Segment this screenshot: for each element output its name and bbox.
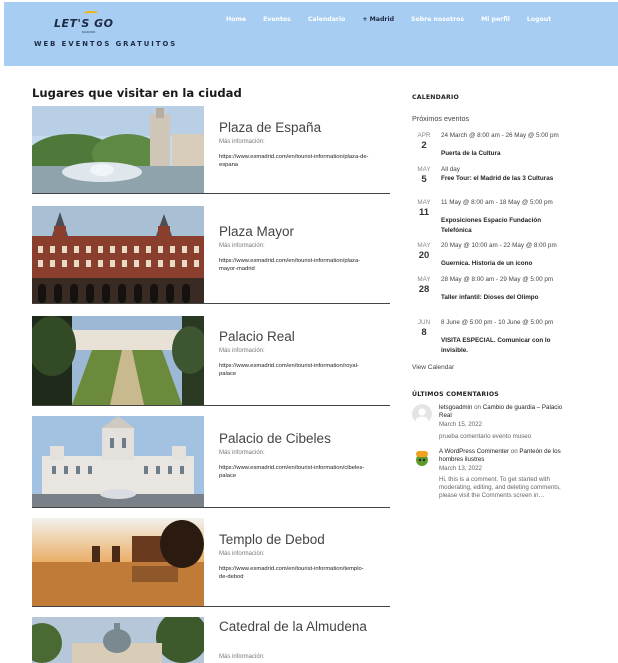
event-month: MAY	[417, 166, 431, 173]
place-image-plaza-mayor[interactable]	[32, 206, 204, 303]
place-link[interactable]: https://www.esmadrid.com/en/tourist-info…	[219, 566, 369, 581]
nav-logout[interactable]: Logout	[527, 16, 551, 23]
event-when: 8 June @ 5:00 pm - 10 June @ 5:00 pm	[441, 319, 554, 326]
event-day: 28	[418, 284, 430, 295]
event-when: 28 May @ 8:00 am - 29 May @ 5:00 pm	[441, 276, 554, 283]
place-image-plaza-espana[interactable]	[32, 106, 204, 193]
comments-heading: ÚLTIMOS COMENTARIOS	[412, 391, 499, 398]
avatar	[412, 448, 432, 468]
place-image-catedral-almudena[interactable]	[32, 617, 204, 663]
comment-on-label: on	[510, 448, 518, 455]
nav-home[interactable]: Home	[226, 16, 246, 23]
logo-subtext: MADRID	[82, 30, 96, 34]
event-when: 24 March @ 8:00 am - 26 May @ 5:00 pm	[441, 132, 559, 139]
comment-date: March 15, 2022	[439, 421, 482, 428]
event-day: 5	[421, 174, 427, 185]
calendar-heading: CALENDARIO	[412, 94, 459, 101]
event-month: MAY	[417, 242, 431, 249]
comment-on-label: on	[474, 404, 481, 411]
event-day: 11	[418, 207, 430, 218]
comment-date: March 13, 2022	[439, 465, 482, 472]
comment-header: letsgoadmin on Cambio de guardia – Palac…	[439, 404, 567, 420]
view-calendar-link[interactable]: View Calendar	[412, 364, 454, 371]
place-more-info: Más información:	[219, 551, 265, 557]
place-image-templo-debod[interactable]	[32, 518, 204, 606]
site-header: LET'S GO MADRID WEB EVENTOS GRATUITOS Ho…	[4, 2, 618, 66]
nav-sobre-nosotros[interactable]: Sobre nosotros	[411, 16, 464, 23]
upcoming-events-label: Próximos eventos	[412, 114, 470, 123]
logo-swoosh-icon	[84, 11, 98, 16]
place-more-info: Más información:	[219, 654, 265, 660]
event-title[interactable]: Exposiciones Espacio Fundación Telefónic…	[441, 216, 569, 235]
comment-excerpt: prueba comentario evento museo	[439, 433, 532, 440]
event-title[interactable]: Free Tour: el Madrid de las 3 Culturas	[441, 174, 569, 184]
comment-author[interactable]: A WordPress Commenter	[439, 448, 509, 455]
event-day: 20	[418, 250, 430, 261]
place-card: Palacio de Cibeles Más información: http…	[32, 416, 390, 508]
place-image-palacio-cibeles[interactable]	[32, 416, 204, 507]
place-name[interactable]: Palacio Real	[219, 329, 295, 345]
avatar	[412, 404, 432, 424]
place-name[interactable]: Palacio de Cibeles	[219, 431, 331, 447]
event-month: MAY	[417, 199, 431, 206]
site-logo[interactable]: LET'S GO MADRID	[54, 11, 134, 36]
event-month: MAY	[417, 276, 431, 283]
place-card: Catedral de la Almudena Más información:	[32, 617, 390, 663]
place-name[interactable]: Catedral de la Almudena	[219, 619, 369, 635]
event-day: 8	[421, 327, 427, 338]
place-card: Plaza Mayor Más información: https://www…	[32, 206, 390, 304]
place-card: Plaza de España Más información: https:/…	[32, 106, 390, 194]
event-when: All day	[441, 166, 460, 173]
main-nav: Home Eventos Calendario + Madrid Sobre n…	[226, 16, 568, 23]
place-more-info: Más información:	[219, 450, 265, 456]
event-when: 20 May @ 10:00 am - 22 May @ 8:00 pm	[441, 242, 557, 249]
event-month: JUN	[417, 319, 431, 326]
place-name[interactable]: Templo de Debod	[219, 532, 325, 548]
place-image-palacio-real[interactable]	[32, 316, 204, 405]
place-name[interactable]: Plaza de España	[219, 120, 321, 136]
site-tagline: WEB EVENTOS GRATUITOS	[34, 40, 178, 48]
place-name[interactable]: Plaza Mayor	[219, 224, 294, 240]
event-day: 2	[421, 140, 427, 151]
logo-text: LET'S GO	[54, 17, 114, 30]
place-more-info: Más información:	[219, 243, 265, 249]
nav-calendario[interactable]: Calendario	[308, 16, 345, 23]
place-link[interactable]: https://www.esmadrid.com/en/tourist-info…	[219, 154, 369, 169]
nav-madrid[interactable]: + Madrid	[362, 16, 394, 23]
nav-eventos[interactable]: Eventos	[263, 16, 291, 23]
place-card: Palacio Real Más información: https://ww…	[32, 316, 390, 406]
event-when: 11 May @ 8:00 am - 18 May @ 5:00 pm	[441, 199, 553, 206]
place-card: Templo de Debod Más información: https:/…	[32, 518, 390, 607]
event-title[interactable]: Guernica. Historia de un icono	[441, 259, 569, 269]
event-title[interactable]: VISITA ESPECIAL. Comunicar con lo invisi…	[441, 336, 569, 355]
nav-mi-perfil[interactable]: Mi perfil	[481, 16, 510, 23]
place-more-info: Más información:	[219, 348, 265, 354]
comment-author[interactable]: letsgoadmin	[439, 404, 472, 411]
place-link[interactable]: https://www.esmadrid.com/en/tourist-info…	[219, 465, 369, 480]
comment-header: A WordPress Commenter on Panteón de los …	[439, 448, 567, 464]
comment-excerpt: Hi, this is a comment. To get started wi…	[439, 476, 561, 500]
event-month: APR	[417, 132, 431, 139]
page-title: Lugares que visitar en la ciudad	[32, 86, 242, 100]
place-more-info: Más información:	[219, 139, 265, 145]
event-title[interactable]: Taller infantil: Dioses del Olimpo	[441, 293, 569, 303]
event-title[interactable]: Puerta de la Cultura	[441, 149, 569, 159]
place-link[interactable]: https://www.esmadrid.com/en/tourist-info…	[219, 258, 369, 273]
place-link[interactable]: https://www.esmadrid.com/en/tourist-info…	[219, 363, 369, 378]
